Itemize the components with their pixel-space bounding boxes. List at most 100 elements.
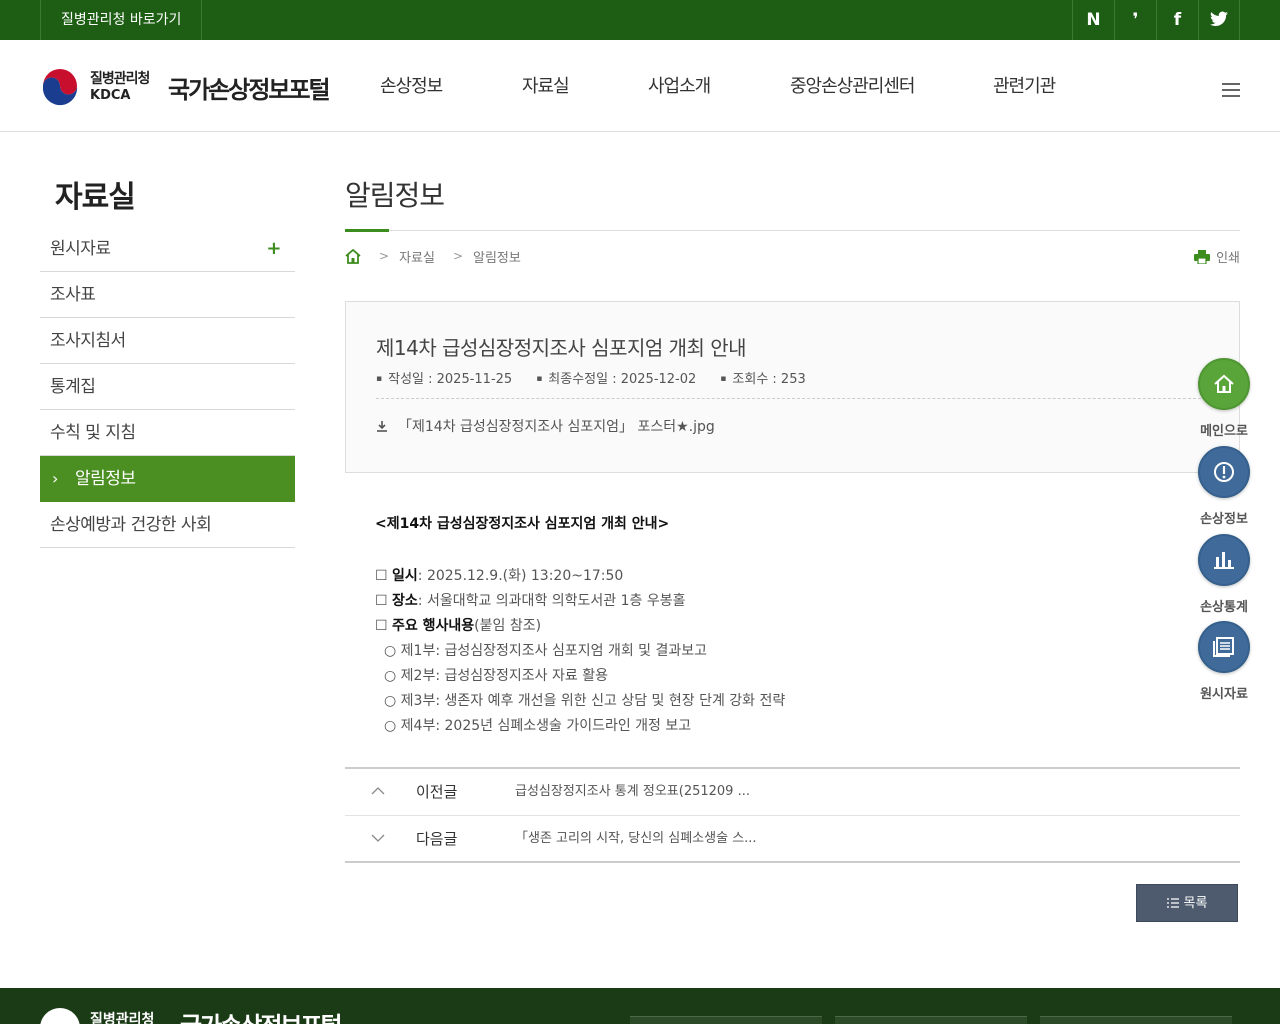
- next-post-row[interactable]: 다음글 「생존 고리의 시작, 당신의 심폐소생술 스...: [345, 815, 1240, 861]
- quick-main[interactable]: 메인으로: [1198, 358, 1250, 439]
- sidebar-item-label: 조사표: [50, 285, 96, 305]
- kdca-emblem-icon: [41, 69, 79, 107]
- home-icon[interactable]: [1198, 358, 1250, 410]
- date-value: : 2025.12.9.(화) 13:20~17:50: [417, 568, 624, 584]
- view-count: 조회수 : 253: [720, 368, 805, 387]
- nav-item-central-center[interactable]: 중앙손상관리센터: [790, 72, 915, 100]
- sidebar-item-survey-guide[interactable]: 조사지침서: [40, 318, 295, 364]
- breadcrumb-notices[interactable]: 알림정보: [473, 247, 521, 266]
- session-text: 제2부: 급성심장정지조사 자료 활용: [400, 668, 608, 684]
- document-icon[interactable]: [1198, 621, 1250, 673]
- circle-bullet-icon: ○: [384, 693, 397, 709]
- menu-icon[interactable]: [1222, 83, 1240, 97]
- session-text: 제4부: 2025년 심폐소생술 가이드라인 개정 보고: [400, 718, 692, 734]
- sidebar-item-label: 손상예방과 건강한 사회: [50, 515, 212, 535]
- org-name: 질병관리청: [90, 71, 150, 87]
- nav-item-related-orgs[interactable]: 관련기관: [993, 72, 1056, 100]
- nav-item-projects[interactable]: 사업소개: [648, 72, 711, 100]
- top-utility-bar: 질병관리청 바로가기 N ❜ f: [0, 0, 1280, 40]
- chevron-right-icon: >: [379, 249, 390, 263]
- facebook-icon[interactable]: f: [1156, 0, 1198, 40]
- print-button[interactable]: 인쇄: [1194, 247, 1240, 266]
- chevron-down-icon: [371, 816, 385, 862]
- circle-bullet-icon: ○: [384, 668, 397, 684]
- page-title: 알림정보: [345, 179, 445, 212]
- printer-icon: [1194, 249, 1211, 264]
- sidebar-item-label: 조사지침서: [50, 331, 126, 351]
- social-links: N ❜ f: [1072, 0, 1240, 40]
- program-note: (붙임 참조): [474, 618, 542, 634]
- prev-post-label: 이전글: [416, 783, 458, 801]
- event-place: ☐ 장소: 서울대학교 의과대학 의학도서관 1층 우봉홀: [375, 589, 785, 614]
- checkbox-icon: ☐: [375, 568, 388, 584]
- quick-injury-info[interactable]: 손상정보: [1198, 446, 1250, 527]
- place-value: : 서울대학교 의과대학 의학도서관 1층 우봉홀: [417, 593, 686, 609]
- event-date: ☐ 일시: 2025.12.9.(화) 13:20~17:50: [375, 564, 785, 589]
- quick-raw-data[interactable]: 원시자료: [1198, 621, 1250, 702]
- sidebar-item-label: 수칙 및 지침: [50, 423, 136, 443]
- site-header: 질병관리청 KDCA 국가손상정보포털 손상정보 자료실 사업소개 중앙손상관리…: [0, 40, 1280, 132]
- sidebar-item-statistics-book[interactable]: 통계집: [40, 364, 295, 410]
- footer-select[interactable]: [1040, 1016, 1232, 1024]
- breadcrumb: > 자료실 > 알림정보: [345, 246, 521, 266]
- footer-select[interactable]: [835, 1016, 1027, 1024]
- sidebar-item-prevention-society[interactable]: 손상예방과 건강한 사회: [40, 502, 295, 548]
- circle-bullet-icon: ○: [384, 643, 397, 659]
- checkbox-icon: ☐: [375, 618, 388, 634]
- sidebar-item-survey-form[interactable]: 조사표: [40, 272, 295, 318]
- expand-plus-icon[interactable]: +: [266, 226, 281, 272]
- prev-post-title[interactable]: 급성심장정지조사 통계 정오표(251209 ...: [515, 769, 750, 815]
- article-header: 제14차 급성심장정지조사 심포지엄 개최 안내 작성일 : 2025-11-2…: [345, 301, 1240, 473]
- site-logo[interactable]: 질병관리청 KDCA 국가손상정보포털: [40, 66, 340, 110]
- sidebar-item-label: 원시자료: [50, 239, 111, 259]
- checkbox-icon: ☐: [375, 593, 388, 609]
- sidebar-title: 자료실: [55, 180, 136, 215]
- session-item: ○ 제1부: 급성심장정지조사 심포지엄 개회 및 결과보고: [375, 639, 785, 664]
- print-label: 인쇄: [1216, 251, 1240, 266]
- chevron-right-icon: >: [452, 249, 464, 263]
- title-divider: [345, 230, 1240, 231]
- sidebar-item-raw-data[interactable]: 원시자료 +: [40, 226, 295, 272]
- session-item: ○ 제4부: 2025년 심폐소생술 가이드라인 개정 보고: [375, 714, 785, 739]
- footer-site-name: 국가손상정보포털: [180, 1006, 343, 1024]
- circle-bullet-icon: ○: [384, 718, 397, 734]
- event-program: ☐ 주요 행사내용(붙임 참조): [375, 614, 785, 639]
- attachment-filename: 「제14차 급성심장정지조사 심포지엄」 포스터★.jpg: [398, 419, 715, 435]
- footer-select[interactable]: [630, 1016, 822, 1024]
- next-post-title[interactable]: 「생존 고리의 시작, 당신의 심폐소생술 스...: [515, 816, 757, 862]
- kdca-emblem-icon: [40, 1008, 80, 1024]
- meta-divider: [376, 398, 1211, 399]
- kdca-shortcut-link[interactable]: 질병관리청 바로가기: [40, 0, 203, 40]
- prev-post-row[interactable]: 이전글 급성심장정지조사 통계 정오표(251209 ...: [345, 769, 1240, 815]
- modified-date: 최종수정일 : 2025-12-02: [536, 368, 696, 387]
- body-heading: <제14차 급성심장정지조사 심포지엄 개최 안내>: [375, 516, 670, 532]
- kakao-story-icon[interactable]: ❜: [1114, 0, 1156, 40]
- session-text: 제1부: 급성심장정지조사 심포지엄 개회 및 결과보고: [400, 643, 708, 659]
- chart-icon[interactable]: [1198, 534, 1250, 586]
- quick-label: 메인으로: [1200, 424, 1248, 439]
- nav-item-archive[interactable]: 자료실: [522, 72, 570, 100]
- attachment-link[interactable]: 「제14차 급성심장정지조사 심포지엄」 포스터★.jpg: [376, 416, 715, 436]
- article-body: <제14차 급성심장정지조사 심포지엄 개최 안내> ☐ 일시: 2025.12…: [375, 512, 785, 739]
- breadcrumb-archive[interactable]: 자료실: [399, 247, 435, 266]
- download-icon: [377, 421, 387, 432]
- site-name: 국가손상정보포털: [168, 76, 331, 104]
- sidebar-item-notices[interactable]: › 알림정보: [40, 456, 295, 502]
- place-label: 장소: [392, 593, 418, 609]
- list-button[interactable]: 목록: [1136, 884, 1238, 922]
- naver-blog-icon[interactable]: N: [1072, 0, 1114, 40]
- alert-icon[interactable]: [1198, 446, 1250, 498]
- sidebar-item-guidelines[interactable]: 수칙 및 지침: [40, 410, 295, 456]
- program-label: 주요 행사내용: [392, 618, 475, 634]
- session-item: ○ 제2부: 급성심장정지조사 자료 활용: [375, 664, 785, 689]
- quick-label: 손상통계: [1200, 600, 1248, 615]
- twitter-icon[interactable]: [1198, 0, 1240, 40]
- home-icon[interactable]: [345, 248, 361, 264]
- next-post-label: 다음글: [416, 830, 458, 848]
- footer-org-name: 질병관리청: [90, 1012, 155, 1024]
- sidebar-item-label: 통계집: [50, 377, 96, 397]
- list-icon: [1166, 898, 1179, 908]
- quick-injury-stats[interactable]: 손상통계: [1198, 534, 1250, 615]
- title-accent-bar: [345, 229, 389, 232]
- nav-item-injury-info[interactable]: 손상정보: [380, 72, 443, 100]
